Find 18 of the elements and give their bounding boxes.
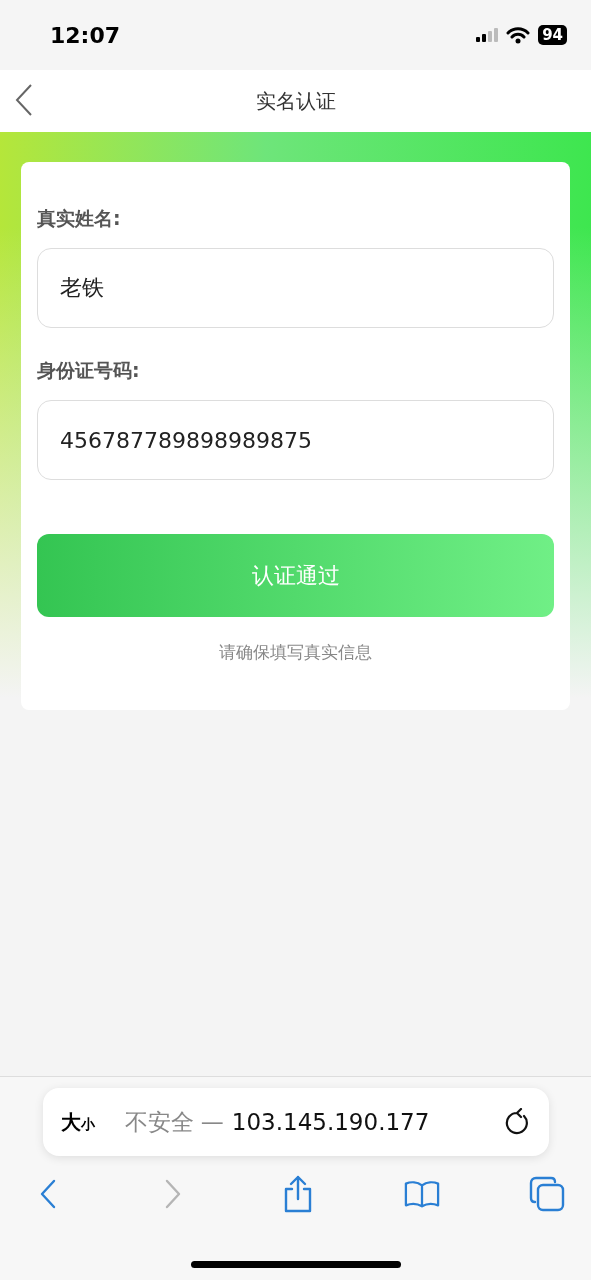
address-bar[interactable]: 大小 不安全 — 103.145.190.177 bbox=[42, 1088, 549, 1156]
input-field[interactable]: 老铁 bbox=[37, 248, 554, 328]
tabs-icon bbox=[529, 1176, 565, 1212]
tabs-button[interactable] bbox=[529, 1174, 565, 1214]
security-label: 不安全 — bbox=[124, 1107, 224, 1137]
signal-icon bbox=[476, 28, 499, 42]
page-title: 实名认证 bbox=[255, 87, 336, 115]
book-icon bbox=[404, 1179, 441, 1209]
field-label: 真实姓名: bbox=[37, 206, 122, 231]
url-text: 103.145.190.177 bbox=[231, 1109, 431, 1135]
back-icon bbox=[38, 1178, 58, 1210]
wifi-icon bbox=[506, 26, 531, 44]
hint-text: 请确保填写真实信息 bbox=[219, 641, 372, 664]
battery-level: 94 bbox=[538, 25, 567, 45]
text-size-button[interactable]: 大小 bbox=[60, 1108, 95, 1136]
input-field[interactable]: 456787789898989875 bbox=[37, 400, 554, 480]
field-label: 身份证号码: bbox=[37, 358, 141, 383]
status-time: 12:07 bbox=[50, 22, 121, 48]
